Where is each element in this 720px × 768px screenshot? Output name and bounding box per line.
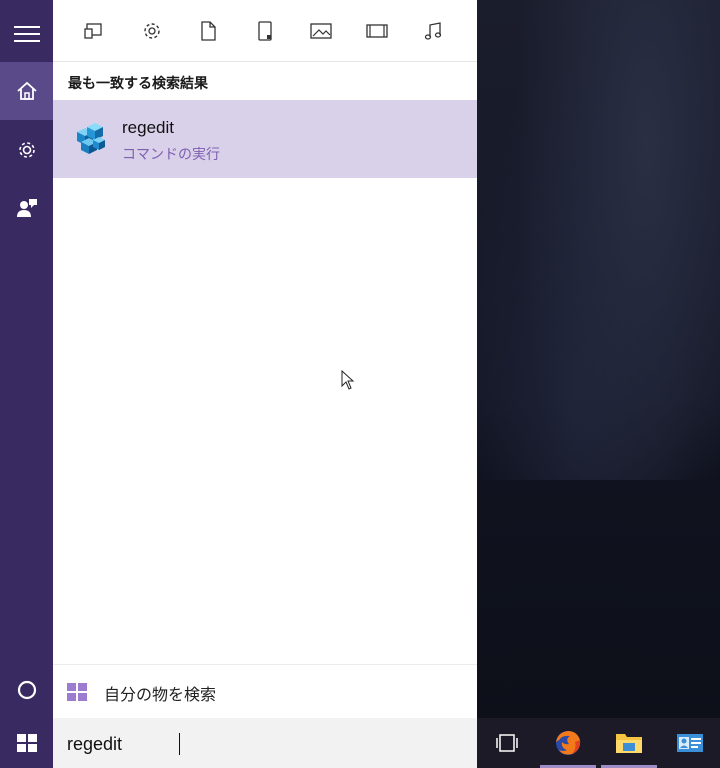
mouse-pointer xyxy=(341,369,355,394)
start-rail xyxy=(0,0,53,718)
home-icon xyxy=(16,81,37,100)
feedback-icon xyxy=(16,199,37,217)
firefox-icon xyxy=(556,731,581,755)
mouse-pointer-icon xyxy=(341,369,355,390)
best-match-heading: 最も一致する検索結果 xyxy=(68,76,208,92)
result-subtitle: コマンドの実行 xyxy=(122,147,220,163)
search-filter-bar xyxy=(53,0,477,62)
contact-card-icon xyxy=(677,734,703,752)
hamburger-menu-button[interactable] xyxy=(0,6,53,62)
best-match-result[interactable]: regedit コマンドの実行 xyxy=(53,100,477,178)
desktop-background xyxy=(477,0,720,718)
windows-logo-icon xyxy=(67,683,87,701)
firefox-button[interactable] xyxy=(538,718,598,768)
result-title: regedit xyxy=(122,118,174,137)
cortana-icon xyxy=(17,680,36,700)
start-button[interactable] xyxy=(0,718,53,768)
folder-icon xyxy=(258,21,272,41)
cortana-button[interactable] xyxy=(0,662,53,718)
home-button[interactable] xyxy=(0,62,53,120)
file-explorer-icon xyxy=(616,734,642,753)
registry-editor-icon xyxy=(77,123,105,154)
music-icon xyxy=(424,22,442,40)
text-caret xyxy=(179,733,180,755)
apps-icon xyxy=(84,23,102,39)
search-results-panel: 最も一致する検索結果 regedit コマンドの実行 自分の物を検索 xyxy=(53,0,477,718)
file-explorer-button[interactable] xyxy=(599,718,659,768)
search-my-stuff-label: 自分の物を検索 xyxy=(104,685,217,704)
contacts-button[interactable] xyxy=(660,718,720,768)
taskbar xyxy=(0,718,720,768)
task-view-button[interactable] xyxy=(477,718,537,768)
desktop-lake xyxy=(477,480,720,718)
filter-folders-button[interactable] xyxy=(252,18,278,44)
filter-videos-button[interactable] xyxy=(364,18,390,44)
settings-icon xyxy=(144,23,160,39)
feedback-button[interactable] xyxy=(0,180,53,236)
task-view-icon xyxy=(496,734,518,752)
windows-start-icon xyxy=(16,734,37,752)
filter-apps-button[interactable] xyxy=(82,18,108,44)
videos-icon xyxy=(366,24,388,38)
gear-icon xyxy=(18,142,35,158)
filter-music-button[interactable] xyxy=(420,18,446,44)
search-my-stuff-button[interactable]: 自分の物を検索 xyxy=(53,664,477,718)
document-icon xyxy=(201,21,216,41)
filter-documents-button[interactable] xyxy=(195,18,221,44)
taskbar-search-box[interactable] xyxy=(53,718,477,768)
photos-icon xyxy=(310,23,332,39)
search-input[interactable] xyxy=(67,730,462,758)
filter-photos-button[interactable] xyxy=(308,18,334,44)
filter-settings-button[interactable] xyxy=(139,18,165,44)
settings-button[interactable] xyxy=(0,122,53,178)
menu-icon xyxy=(13,26,40,42)
